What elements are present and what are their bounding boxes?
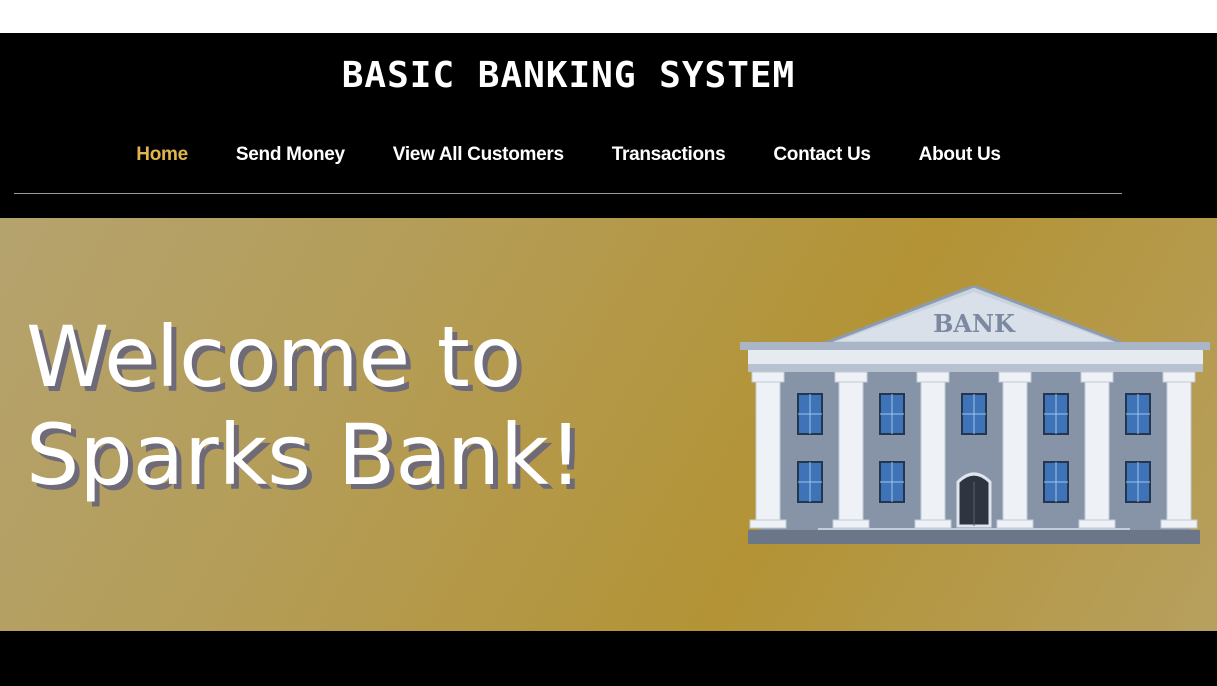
nav-contact-us[interactable]: Contact Us xyxy=(773,144,871,166)
welcome-heading: Welcome to Sparks Bank! xyxy=(26,308,582,504)
hero-banner: Welcome to Sparks Bank! BANK xyxy=(0,218,1217,631)
welcome-line-2: Sparks Bank! xyxy=(26,406,583,504)
nav-about-us[interactable]: About Us xyxy=(919,144,1001,166)
site-header: BASIC BANKING SYSTEM Home Send Money Vie… xyxy=(0,33,1217,218)
header-divider xyxy=(14,193,1122,194)
nav-send-money[interactable]: Send Money xyxy=(236,144,345,166)
nav-home[interactable]: Home xyxy=(136,144,188,166)
nav-transactions[interactable]: Transactions xyxy=(612,144,726,166)
nav-view-all-customers[interactable]: View All Customers xyxy=(393,144,564,166)
site-title: BASIC BANKING SYSTEM xyxy=(341,55,796,96)
welcome-line-1: Welcome to xyxy=(26,308,522,406)
bank-sign-text: BANK xyxy=(933,309,1016,338)
bank-building-icon: BANK xyxy=(740,286,1210,544)
footer-band xyxy=(0,631,1217,686)
main-nav: Home Send Money View All Customers Trans… xyxy=(0,144,1137,166)
